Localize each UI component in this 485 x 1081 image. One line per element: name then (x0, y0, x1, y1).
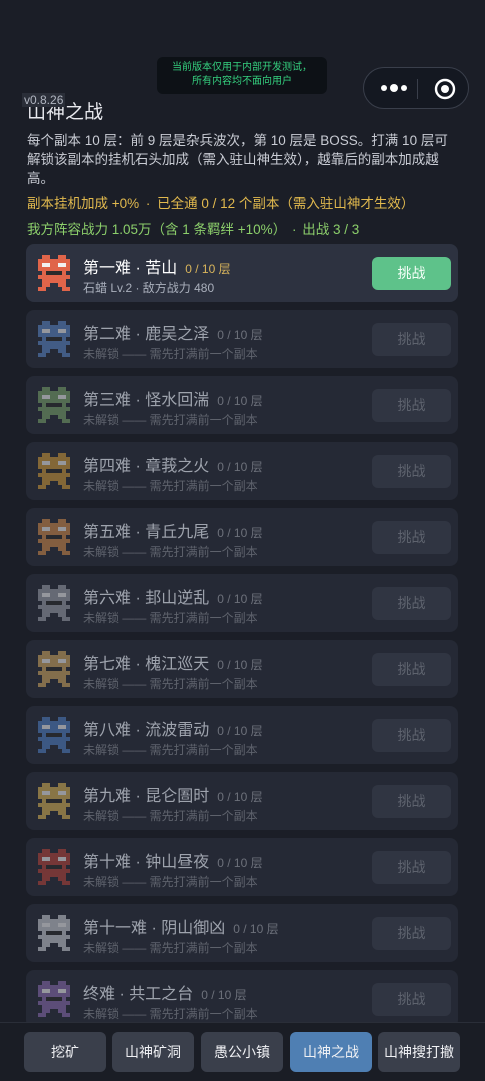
floor-progress: 0 / 10 层 (217, 328, 263, 342)
dungeon-card: 第十一难 · 阴山御凶 0 / 10 层 未解锁 —— 需先打满前一个副本 挑战 (26, 904, 458, 962)
dungeon-subtitle: 未解锁 —— 需先打满前一个副本 (83, 743, 258, 757)
challenge-button[interactable]: 挑战 (372, 323, 451, 356)
tab-mountain-god-battle[interactable]: 山神之战 (290, 1032, 372, 1072)
close-miniprogram-icon[interactable] (434, 78, 456, 100)
dungeon-subtitle: 未解锁 —— 需先打满前一个副本 (83, 875, 258, 889)
dungeon-card: 终难 · 共工之台 0 / 10 层 未解锁 —— 需先打满前一个副本 挑战 (26, 970, 458, 1028)
floor-progress: 0 / 10 层 (217, 460, 263, 474)
dungeon-name: 第七难 · 槐江巡天 (83, 656, 210, 673)
floor-progress: 0 / 10 层 (217, 724, 263, 738)
dev-notice-line2: 所有内容均不面向用户 (192, 76, 292, 87)
dungeon-subtitle: 未解锁 —— 需先打满前一个副本 (83, 347, 258, 361)
dungeon-subtitle: 未解锁 —— 需先打满前一个副本 (83, 809, 258, 823)
boss-avatar-icon (38, 849, 70, 885)
separator-dot: · (145, 196, 151, 211)
challenge-button[interactable]: 挑战 (372, 983, 451, 1016)
floor-progress: 0 / 10 层 (201, 988, 247, 1002)
separator-dot: · (291, 222, 297, 237)
idle-stats-line: 副本挂机加成 +0% · 已全通 0 / 12 个副本（需入驻山神才生效） (27, 192, 414, 212)
dungeon-name: 第一难 · 苦山 (83, 260, 178, 277)
boss-avatar-icon (38, 717, 70, 753)
floor-progress: 0 / 10 层 (217, 526, 263, 540)
boss-avatar-icon (38, 321, 70, 357)
dungeon-card: 第九难 · 昆仑圄时 0 / 10 层 未解锁 —— 需先打满前一个副本 挑战 (26, 772, 458, 830)
boss-avatar-icon (38, 651, 70, 687)
tab-mining[interactable]: 挖矿 (24, 1032, 106, 1072)
dungeon-subtitle: 未解锁 —— 需先打满前一个副本 (83, 941, 258, 955)
floor-progress: 0 / 10 层 (217, 856, 263, 870)
boss-avatar-icon (38, 519, 70, 555)
dungeon-name: 第十一难 · 阴山御凶 (83, 920, 226, 937)
dungeon-subtitle: 未解锁 —— 需先打满前一个副本 (83, 1007, 258, 1021)
challenge-button[interactable]: 挑战 (372, 785, 451, 818)
dungeon-name: 终难 · 共工之台 (83, 986, 194, 1003)
challenge-button[interactable]: 挑战 (372, 521, 451, 554)
team-power-text: 我方阵容战力 1.05万（含 1 条羁绊 +10%） (27, 222, 287, 237)
dev-notice-banner: 当前版本仅用于内部开发测试， 所有内容均不面向用户 (157, 57, 327, 94)
challenge-button[interactable]: 挑战 (372, 917, 451, 950)
dungeon-subtitle: 未解锁 —— 需先打满前一个副本 (83, 611, 258, 625)
description-text: 每个副本 10 层：前 9 层是杂兵波次，第 10 层是 BOSS。打满 10 … (27, 133, 448, 186)
cleared-count-text: 已全通 0 / 12 个副本（需入驻山神才生效） (157, 196, 415, 211)
deploy-count-text: 出战 3 / 3 (302, 222, 360, 237)
dungeon-card: 第七难 · 槐江巡天 0 / 10 层 未解锁 —— 需先打满前一个副本 挑战 (26, 640, 458, 698)
challenge-button[interactable]: 挑战 (372, 389, 451, 422)
challenge-button[interactable]: 挑战 (372, 851, 451, 884)
dungeon-subtitle: 未解锁 —— 需先打满前一个副本 (83, 677, 258, 691)
dungeon-name: 第九难 · 昆仑圄时 (83, 788, 210, 805)
challenge-button[interactable]: 挑战 (372, 719, 451, 752)
capsule-divider (417, 79, 418, 99)
boss-avatar-icon (38, 387, 70, 423)
idle-bonus-text: 副本挂机加成 +0% (27, 196, 140, 211)
dungeon-subtitle: 未解锁 —— 需先打满前一个副本 (83, 479, 258, 493)
dungeon-card: 第一难 · 苦山 0 / 10 层 石蜡 Lv.2 · 敌方战力 480 挑战 (26, 244, 458, 302)
floor-progress: 0 / 10 层 (217, 658, 263, 672)
tab-mountain-god-raid[interactable]: 山神搜打撤 (378, 1032, 460, 1072)
challenge-button[interactable]: 挑战 (372, 653, 451, 686)
dungeon-subtitle: 未解锁 —— 需先打满前一个副本 (83, 413, 258, 427)
dungeon-card: 第三难 · 怪水回湍 0 / 10 层 未解锁 —— 需先打满前一个副本 挑战 (26, 376, 458, 434)
dungeon-card: 第八难 · 流波雷动 0 / 10 层 未解锁 —— 需先打满前一个副本 挑战 (26, 706, 458, 764)
floor-progress: 0 / 10 层 (217, 790, 263, 804)
dungeon-card: 第六难 · 邽山逆乱 0 / 10 层 未解锁 —— 需先打满前一个副本 挑战 (26, 574, 458, 632)
power-stats-line: 我方阵容战力 1.05万（含 1 条羁绊 +10%） · 出战 3 / 3 (27, 218, 359, 238)
dungeon-subtitle: 石蜡 Lv.2 · 敌方战力 480 (83, 281, 215, 295)
tab-yugong-town[interactable]: 愚公小镇 (201, 1032, 283, 1072)
boss-avatar-icon (38, 453, 70, 489)
dungeon-name: 第四难 · 章莪之火 (83, 458, 210, 475)
miniprogram-capsule (363, 67, 469, 109)
bottom-tab-bar: 挖矿 山神矿洞 愚公小镇 山神之战 山神搜打撤 (0, 1022, 485, 1081)
challenge-button[interactable]: 挑战 (372, 587, 451, 620)
floor-progress: 0 / 10 层 (185, 262, 231, 276)
dungeon-card: 第四难 · 章莪之火 0 / 10 层 未解锁 —— 需先打满前一个副本 挑战 (26, 442, 458, 500)
version-label: v0.8.26 (22, 93, 66, 107)
challenge-button[interactable]: 挑战 (372, 257, 451, 290)
tab-mountain-god-mine[interactable]: 山神矿洞 (112, 1032, 194, 1072)
dungeon-name: 第三难 · 怪水回湍 (83, 392, 210, 409)
dungeon-card: 第十难 · 钟山昼夜 0 / 10 层 未解锁 —— 需先打满前一个副本 挑战 (26, 838, 458, 896)
boss-avatar-icon (38, 783, 70, 819)
dungeon-subtitle: 未解锁 —— 需先打满前一个副本 (83, 545, 258, 559)
dev-notice-line1: 当前版本仅用于内部开发测试， (172, 62, 312, 73)
boss-avatar-icon (38, 981, 70, 1017)
dungeon-card: 第五难 · 青丘九尾 0 / 10 层 未解锁 —— 需先打满前一个副本 挑战 (26, 508, 458, 566)
challenge-button[interactable]: 挑战 (372, 455, 451, 488)
boss-avatar-icon (38, 585, 70, 621)
dungeon-card: 第二难 · 鹿吴之泽 0 / 10 层 未解锁 —— 需先打满前一个副本 挑战 (26, 310, 458, 368)
dungeon-name: 第六难 · 邽山逆乱 (83, 590, 210, 607)
floor-progress: 0 / 10 层 (217, 592, 263, 606)
boss-avatar-icon (38, 255, 70, 291)
dungeon-name: 第十难 · 钟山昼夜 (83, 854, 210, 871)
dungeon-name: 第八难 · 流波雷动 (83, 722, 210, 739)
dungeon-name: 第二难 · 鹿吴之泽 (83, 326, 210, 343)
boss-avatar-icon (38, 915, 70, 951)
floor-progress: 0 / 10 层 (233, 922, 279, 936)
dungeon-name: 第五难 · 青丘九尾 (83, 524, 210, 541)
floor-progress: 0 / 10 层 (217, 394, 263, 408)
more-icon[interactable] (380, 80, 408, 96)
